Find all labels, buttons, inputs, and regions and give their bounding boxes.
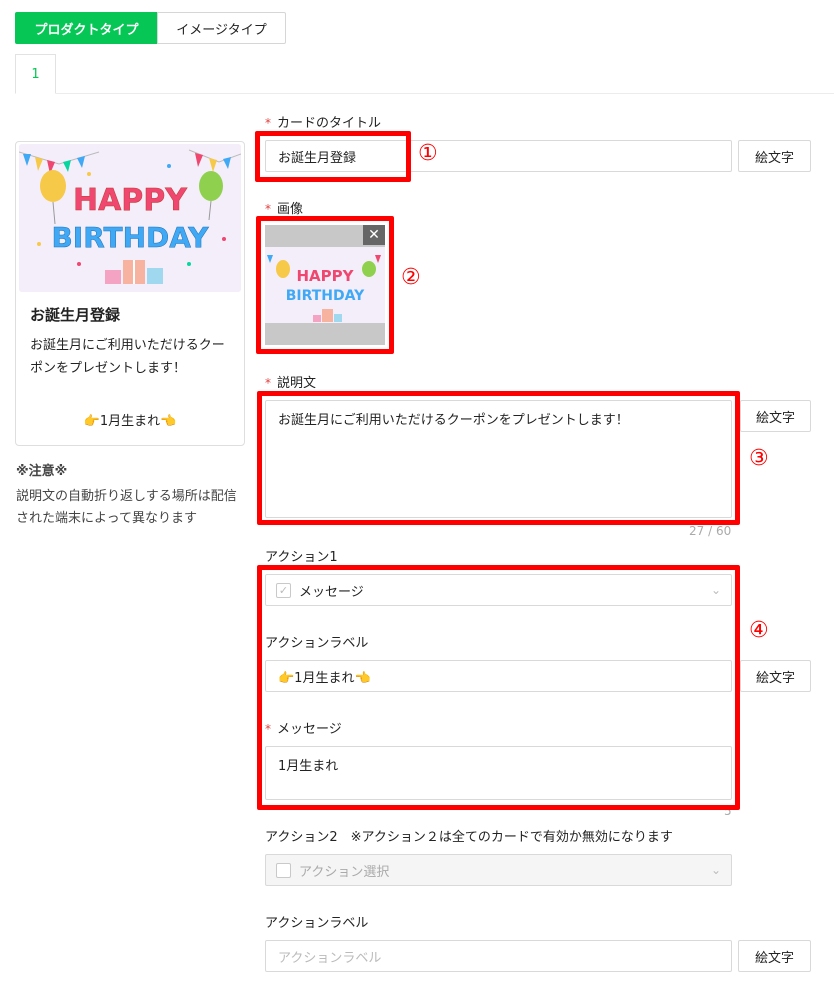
preview-card-action-label[interactable]: 👉1月生まれ👈 — [16, 410, 244, 429]
description-label: * 説明文 — [265, 376, 317, 391]
preview-card-title: お誕生月登録 — [30, 306, 121, 324]
required-mark: * — [265, 202, 271, 216]
banner-happy-text: HAPPY — [73, 183, 188, 218]
marker-2: ② — [401, 265, 421, 290]
action2-type-select[interactable]: アクション選択 ⌄ — [265, 854, 732, 886]
action2-label-title: アクションラベル — [265, 916, 369, 931]
highlight-box-2 — [256, 216, 394, 354]
card-title-emoji-button[interactable]: 絵文字 — [738, 140, 811, 172]
action2-label-input[interactable]: アクションラベル — [265, 940, 732, 972]
action2-type-placeholder: アクション選択 — [299, 864, 390, 880]
description-emoji-button[interactable]: 絵文字 — [740, 400, 811, 432]
marker-4: ④ — [749, 618, 769, 643]
card-preview: HAPPY BIRTHDAY お誕生月登録 お誕生月にご利用いただけるクーポンを… — [15, 141, 245, 446]
image-label: * 画像 — [265, 202, 304, 217]
tab-card-1[interactable]: 1 — [15, 54, 56, 94]
checkbox-icon — [276, 862, 291, 878]
marker-3: ③ — [749, 446, 769, 471]
tab-divider — [15, 93, 834, 94]
birthday-banner-image: HAPPY BIRTHDAY — [19, 144, 241, 292]
action2-label: アクション2 ※アクション２は全てのカードで有効か無効になります — [265, 830, 673, 845]
action1-emoji-button[interactable]: 絵文字 — [740, 660, 811, 692]
chevron-down-icon: ⌄ — [710, 863, 721, 877]
card-title-label: * カードのタイトル — [265, 116, 382, 131]
highlight-box-3 — [257, 391, 740, 525]
highlight-box-1 — [255, 131, 411, 182]
image-type-toggle[interactable]: イメージタイプ — [157, 12, 286, 44]
note-text: 説明文の自動折り返しする場所は配信された端末によって異なります — [16, 489, 237, 526]
marker-1: ① — [418, 141, 438, 166]
product-type-toggle[interactable]: プロダクトタイプ — [15, 12, 158, 44]
preview-image: HAPPY BIRTHDAY — [19, 144, 241, 292]
action1-label: アクション1 — [265, 550, 338, 565]
action2-emoji-button[interactable]: 絵文字 — [738, 940, 811, 972]
banner-birthday-text: BIRTHDAY — [51, 221, 209, 254]
required-mark: * — [265, 376, 271, 390]
description-char-counter: 27 / 60 — [689, 524, 732, 538]
note-title: ※注意※ — [16, 464, 68, 479]
required-mark: * — [265, 116, 271, 130]
highlight-box-4 — [257, 565, 740, 810]
preview-card-description: お誕生月にご利用いただけるクーポンをプレゼントします！ — [30, 338, 225, 376]
